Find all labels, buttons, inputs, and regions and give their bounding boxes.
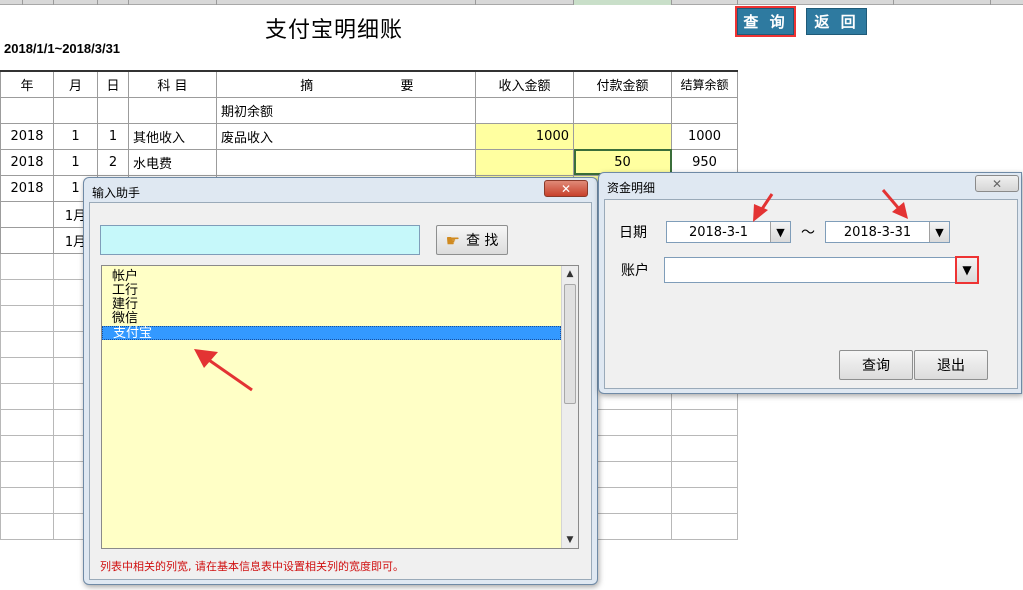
annotation-arrows [194, 189, 908, 392]
annotation-arrow-date-from [753, 193, 774, 222]
annotation-arrow-list [194, 349, 253, 392]
annotation-arrow-date-to [881, 189, 908, 219]
